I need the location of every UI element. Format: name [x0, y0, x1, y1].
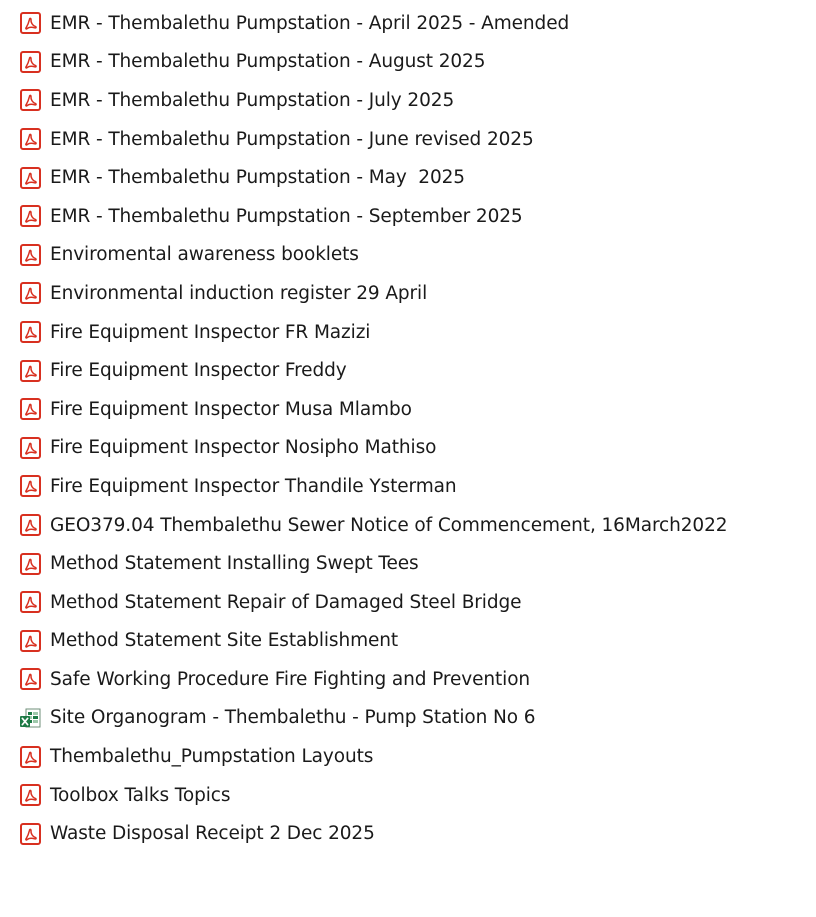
- file-name-label: Fire Equipment Inspector Thandile Ysterm…: [50, 475, 457, 497]
- file-list-item[interactable]: Fire Equipment Inspector Freddy: [0, 351, 816, 390]
- file-name-label: EMR - Thembalethu Pumpstation - July 202…: [50, 89, 455, 111]
- file-list-item[interactable]: EMR - Thembalethu Pumpstation - Septembe…: [0, 197, 816, 236]
- pdf-icon: [20, 166, 41, 189]
- file-list-item[interactable]: Fire Equipment Inspector Thandile Ysterm…: [0, 467, 816, 506]
- pdf-icon: [20, 514, 41, 537]
- pdf-icon: [20, 205, 41, 228]
- file-name-label: EMR - Thembalethu Pumpstation - May 2025: [50, 167, 465, 189]
- file-list-item[interactable]: Waste Disposal Receipt 2 Dec 2025: [0, 814, 816, 853]
- file-list-item[interactable]: Toolbox Talks Topics: [0, 776, 816, 815]
- file-name-label: EMR - Thembalethu Pumpstation - Septembe…: [50, 205, 523, 227]
- file-list-item[interactable]: Environmental induction register 29 Apri…: [0, 274, 816, 313]
- pdf-icon: [20, 822, 41, 845]
- pdf-icon: [20, 784, 41, 807]
- file-name-label: Enviromental awareness booklets: [50, 244, 359, 266]
- file-name-label: EMR - Thembalethu Pumpstation - April 20…: [50, 12, 570, 34]
- pdf-icon: [20, 745, 41, 768]
- pdf-icon: [20, 359, 41, 382]
- file-list-item[interactable]: Method Statement Site Establishment: [0, 622, 816, 661]
- file-list-item[interactable]: Enviromental awareness booklets: [0, 236, 816, 275]
- file-name-label: Site Organogram - Thembalethu - Pump Sta…: [50, 707, 536, 729]
- file-name-label: EMR - Thembalethu Pumpstation - August 2…: [50, 51, 486, 73]
- file-name-label: Fire Equipment Inspector FR Mazizi: [50, 321, 371, 343]
- file-list-item[interactable]: EMR - Thembalethu Pumpstation - August 2…: [0, 43, 816, 82]
- pdf-icon: [20, 436, 41, 459]
- file-name-label: Fire Equipment Inspector Freddy: [50, 360, 347, 382]
- file-name-label: Safe Working Procedure Fire Fighting and…: [50, 668, 531, 690]
- excel-icon: [20, 707, 41, 729]
- pdf-icon: [20, 89, 41, 112]
- file-list: EMR - Thembalethu Pumpstation - April 20…: [0, 4, 816, 853]
- file-list-item[interactable]: Fire Equipment Inspector Nosipho Mathiso: [0, 429, 816, 468]
- file-list-item[interactable]: GEO379.04 Thembalethu Sewer Notice of Co…: [0, 506, 816, 545]
- file-list-item[interactable]: Thembalethu_Pumpstation Layouts: [0, 737, 816, 776]
- file-name-label: EMR - Thembalethu Pumpstation - June rev…: [50, 128, 534, 150]
- file-list-item[interactable]: Site Organogram - Thembalethu - Pump Sta…: [0, 699, 816, 738]
- file-list-item[interactable]: Fire Equipment Inspector FR Mazizi: [0, 313, 816, 352]
- pdf-icon: [20, 282, 41, 305]
- file-name-label: Toolbox Talks Topics: [50, 784, 231, 806]
- pdf-icon: [20, 475, 41, 498]
- file-list-item[interactable]: Safe Working Procedure Fire Fighting and…: [0, 660, 816, 699]
- pdf-icon: [20, 629, 41, 652]
- pdf-icon: [20, 591, 41, 614]
- file-list-item[interactable]: EMR - Thembalethu Pumpstation - May 2025: [0, 158, 816, 197]
- pdf-icon: [20, 321, 41, 344]
- pdf-icon: [20, 668, 41, 691]
- file-name-label: Method Statement Installing Swept Tees: [50, 553, 419, 575]
- pdf-icon: [20, 552, 41, 575]
- file-name-label: Thembalethu_Pumpstation Layouts: [50, 746, 374, 768]
- file-list-item[interactable]: Method Statement Repair of Damaged Steel…: [0, 583, 816, 622]
- file-list-item[interactable]: Method Statement Installing Swept Tees: [0, 544, 816, 583]
- pdf-icon: [20, 243, 41, 266]
- file-name-label: Method Statement Repair of Damaged Steel…: [50, 591, 522, 613]
- file-name-label: Fire Equipment Inspector Musa Mlambo: [50, 398, 412, 420]
- file-list-item[interactable]: EMR - Thembalethu Pumpstation - July 202…: [0, 81, 816, 120]
- file-list-item[interactable]: EMR - Thembalethu Pumpstation - April 20…: [0, 4, 816, 43]
- file-name-label: Method Statement Site Establishment: [50, 630, 399, 652]
- pdf-icon: [20, 398, 41, 421]
- pdf-icon: [20, 128, 41, 151]
- pdf-icon: [20, 12, 41, 35]
- file-name-label: Environmental induction register 29 Apri…: [50, 282, 428, 304]
- pdf-icon: [20, 50, 41, 73]
- file-name-label: Waste Disposal Receipt 2 Dec 2025: [50, 823, 375, 845]
- file-name-label: Fire Equipment Inspector Nosipho Mathiso: [50, 437, 437, 459]
- file-name-label: GEO379.04 Thembalethu Sewer Notice of Co…: [50, 514, 728, 536]
- file-list-item[interactable]: EMR - Thembalethu Pumpstation - June rev…: [0, 120, 816, 159]
- file-list-item[interactable]: Fire Equipment Inspector Musa Mlambo: [0, 390, 816, 429]
